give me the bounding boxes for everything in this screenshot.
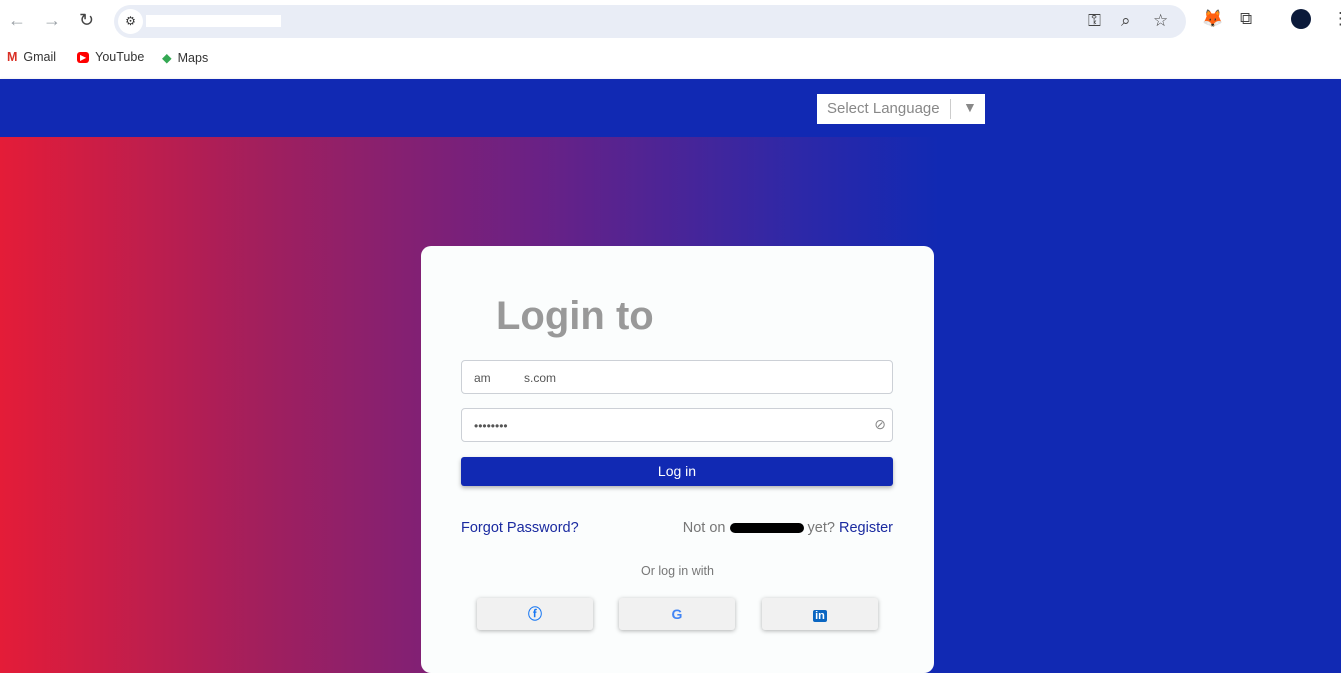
bookmark-label: Gmail <box>23 50 57 64</box>
metamask-icon[interactable]: 🦊 <box>1202 9 1223 29</box>
back-icon[interactable]: ← <box>8 10 26 31</box>
or-log-in-with: Or log in with <box>641 564 714 578</box>
zoom-icon[interactable]: ⌕ <box>1121 11 1131 31</box>
bookmark-maps[interactable]: ◆ Maps <box>162 50 209 66</box>
login-card: Login to am s.com •••••••• ⊘ Log in Forgo… <box>421 246 934 673</box>
facebook-icon: ⓕ <box>528 606 542 622</box>
site-settings-icon[interactable]: ⚙ <box>118 9 143 34</box>
browser-toolbar: ← → ↻ ⚙ ⚿ ⌕ ☆ 🦊 ⧉ ⋮ <box>0 0 1341 42</box>
forward-icon[interactable]: → <box>43 10 61 31</box>
site-header: Select Language ▼ <box>0 79 1341 137</box>
yet-text: yet? <box>807 520 835 536</box>
linkedin-icon: in <box>813 610 827 622</box>
bookmark-gmail[interactable]: M Gmail <box>7 50 56 64</box>
youtube-icon: ▶ <box>77 51 90 63</box>
password-input[interactable]: •••••••• ⊘ <box>461 408 893 442</box>
language-select[interactable]: Select Language ▼ <box>817 94 985 124</box>
register-link[interactable]: Register <box>839 520 893 536</box>
maps-icon: ◆ <box>162 51 172 65</box>
url-redacted <box>146 15 281 27</box>
gmail-icon: M <box>7 50 18 64</box>
password-value: •••••••• <box>474 419 508 433</box>
redacted-brand <box>729 523 804 534</box>
menu-icon[interactable]: ⋮ <box>1332 9 1341 29</box>
reload-icon[interactable]: ↻ <box>79 10 94 31</box>
bookmark-label: YouTube <box>95 50 145 64</box>
login-title: Login to <box>496 294 654 338</box>
eye-slash-icon[interactable]: ⊘ <box>874 416 886 433</box>
facebook-login-button[interactable]: ⓕ <box>477 598 593 630</box>
key-icon[interactable]: ⚿ <box>1088 11 1101 31</box>
profile-avatar[interactable] <box>1291 9 1311 29</box>
address-bar[interactable]: ⚙ ⚿ ⌕ ☆ <box>114 5 1186 38</box>
bookmark-label: Maps <box>177 50 209 65</box>
extensions-icon[interactable]: ⧉ <box>1240 9 1252 29</box>
google-icon: G <box>671 606 683 622</box>
linkedin-login-button[interactable]: in <box>762 598 878 630</box>
not-on-text: Not on <box>682 520 726 536</box>
dropdown-arrow-icon: ▼ <box>963 99 977 115</box>
register-prompt: Not on yet? Register <box>683 520 893 536</box>
email-input[interactable]: am s.com <box>461 360 893 394</box>
login-button[interactable]: Log in <box>461 457 893 486</box>
bookmark-youtube[interactable]: ▶ YouTube <box>77 50 144 64</box>
star-icon[interactable]: ☆ <box>1153 11 1168 31</box>
language-select-label: Select Language <box>827 100 940 117</box>
forgot-password-link[interactable]: Forgot Password? <box>461 520 579 536</box>
divider <box>950 99 951 119</box>
email-value: am s.com <box>474 371 557 385</box>
bookmarks-bar: M Gmail ▶ YouTube ◆ Maps <box>0 42 1341 78</box>
google-login-button[interactable]: G <box>619 598 735 630</box>
